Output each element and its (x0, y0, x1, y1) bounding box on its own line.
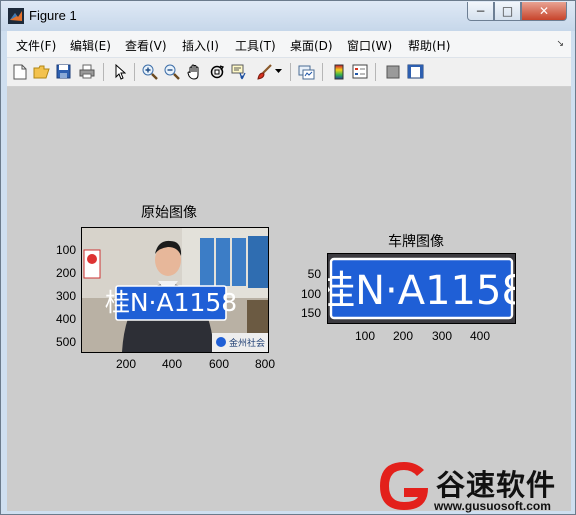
original-plate-text: 桂N·A1158 (105, 288, 237, 317)
brand-name: 谷速软件 (436, 468, 557, 502)
print-icon[interactable] (78, 63, 95, 80)
menu-bar: 文件(F) 编辑(E) 查看(V) 插入(I) 工具(T) 桌面(D) 窗口(W… (7, 31, 571, 58)
colorbar-icon[interactable] (330, 63, 347, 80)
axes1-ytick: 400 (55, 312, 76, 326)
axes2-xtick: 200 (392, 329, 414, 343)
toolbar-separator (103, 63, 104, 81)
menu-tools[interactable]: 工具(T) (235, 37, 276, 54)
axes1-ytick: 100 (55, 243, 76, 257)
brush-dropdown-icon[interactable] (274, 63, 283, 80)
brand-watermark: 谷速软件 www.gusuosoft.com (378, 458, 574, 514)
axes2-ytick: 100 (300, 287, 321, 301)
menu-insert[interactable]: 插入(I) (182, 37, 219, 54)
toolbar-separator (322, 63, 323, 81)
plate-image[interactable]: 桂N·A1158 (327, 253, 516, 324)
toolbar-separator (134, 63, 135, 81)
save-icon[interactable] (55, 63, 72, 80)
window-title: Figure 1 (29, 8, 77, 23)
data-cursor-icon[interactable] (231, 63, 248, 80)
link-plot-icon[interactable] (298, 63, 315, 80)
brand-g-logo-icon (380, 462, 428, 510)
menu-overflow-icon[interactable]: ↘ (556, 39, 564, 49)
maximize-icon: □ (501, 4, 514, 18)
menu-file[interactable]: 文件(F) (16, 37, 56, 54)
axes1-ytick: 300 (55, 289, 76, 303)
menu-window[interactable]: 窗口(W) (347, 37, 392, 54)
minimize-button[interactable]: − (467, 2, 494, 21)
original-image[interactable]: 桂N·A1158 金州社会 (81, 227, 269, 353)
title-bar[interactable]: Figure 1 − □ ✕ (1, 1, 575, 31)
axes2-xtick: 100 (354, 329, 376, 343)
zoom-out-icon[interactable] (163, 63, 180, 80)
axes1-ytick: 200 (55, 266, 76, 280)
hide-plot-tools-icon[interactable] (384, 63, 401, 80)
close-button[interactable]: ✕ (521, 2, 567, 21)
rotate-3d-icon[interactable] (208, 63, 225, 80)
pointer-arrow-icon[interactable] (111, 63, 128, 80)
matlab-logo-icon (8, 8, 24, 24)
axes1-xtick: 600 (208, 357, 230, 371)
axes2-ytick: 50 (307, 267, 321, 281)
brand-url: www.gusuosoft.com (434, 499, 551, 513)
minimize-icon: − (475, 4, 486, 18)
close-icon: ✕ (538, 4, 550, 18)
axes2-title: 车牌图像 (388, 234, 444, 250)
axes1-xtick: 200 (115, 357, 137, 371)
show-plot-tools-icon[interactable] (407, 63, 424, 80)
new-figure-icon[interactable] (11, 63, 28, 80)
brush-icon[interactable] (255, 63, 272, 80)
axes2-ytick: 150 (300, 306, 321, 320)
maximize-button[interactable]: □ (494, 2, 521, 21)
menu-edit[interactable]: 编辑(E) (70, 37, 111, 54)
original-watermark-text: 金州社会 (229, 337, 265, 349)
axes1-ytick: 500 (55, 335, 76, 349)
axes2-xtick: 400 (469, 329, 491, 343)
axes1-xtick: 800 (254, 357, 276, 371)
axes1-xtick: 400 (161, 357, 183, 371)
axes2-xtick: 300 (431, 329, 453, 343)
toolbar-separator (290, 63, 291, 81)
axes1-title: 原始图像 (141, 205, 197, 221)
pan-hand-icon[interactable] (186, 63, 203, 80)
zoom-in-icon[interactable] (141, 63, 158, 80)
figure-toolbar (7, 58, 571, 87)
menu-help[interactable]: 帮助(H) (408, 37, 450, 54)
open-file-icon[interactable] (33, 63, 50, 80)
plate-text: 桂N·A1158 (328, 268, 515, 314)
legend-icon[interactable] (351, 63, 368, 80)
toolbar-separator (375, 63, 376, 81)
menu-desktop[interactable]: 桌面(D) (290, 37, 333, 54)
menu-view[interactable]: 查看(V) (125, 37, 167, 54)
